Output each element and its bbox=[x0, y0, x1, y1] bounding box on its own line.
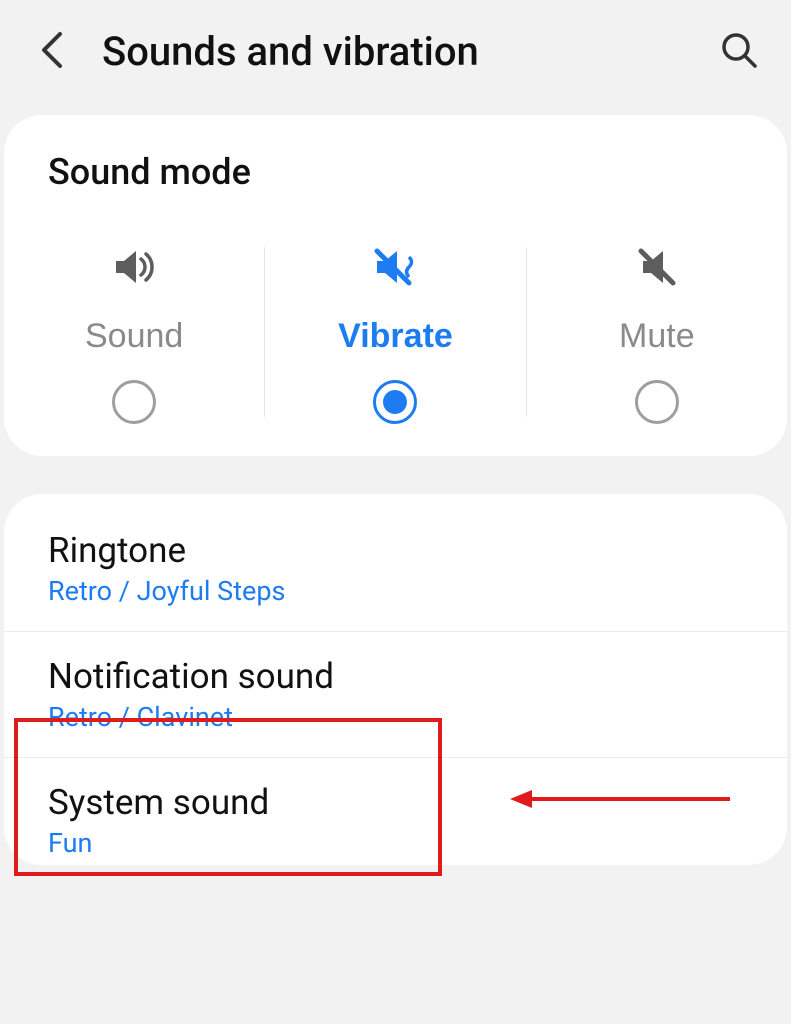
sound-settings-card: Ringtone Retro / Joyful Steps Notificati… bbox=[4, 494, 787, 865]
speaker-icon bbox=[108, 241, 160, 293]
speaker-mute-icon bbox=[631, 241, 683, 293]
sound-mode-title: Sound mode bbox=[4, 151, 787, 217]
sound-mode-label: Sound bbox=[85, 317, 183, 356]
page-title: Sounds and vibration bbox=[102, 28, 689, 75]
setting-item-title: Notification sound bbox=[48, 656, 743, 697]
sound-mode-option-mute[interactable]: Mute bbox=[527, 241, 787, 424]
vibrate-icon bbox=[369, 241, 421, 293]
search-button[interactable] bbox=[717, 30, 761, 74]
setting-item-subtitle: Retro / Joyful Steps bbox=[48, 575, 743, 607]
setting-item-subtitle: Fun bbox=[48, 827, 743, 859]
sound-mode-option-sound[interactable]: Sound bbox=[4, 241, 264, 424]
setting-item-system-sound[interactable]: System sound Fun bbox=[4, 758, 787, 865]
search-icon bbox=[719, 30, 759, 73]
setting-item-ringtone[interactable]: Ringtone Retro / Joyful Steps bbox=[4, 506, 787, 632]
radio-checked-icon bbox=[373, 380, 417, 424]
sound-mode-card: Sound mode Sound bbox=[4, 115, 787, 456]
back-button[interactable] bbox=[30, 30, 74, 74]
sound-mode-options: Sound Vibrate bbox=[4, 217, 787, 424]
sound-mode-option-vibrate[interactable]: Vibrate bbox=[265, 241, 525, 424]
radio-unchecked-icon bbox=[635, 380, 679, 424]
app-header: Sounds and vibration bbox=[0, 0, 791, 105]
setting-item-title: System sound bbox=[48, 782, 743, 823]
radio-unchecked-icon bbox=[112, 380, 156, 424]
setting-item-title: Ringtone bbox=[48, 530, 743, 571]
chevron-left-icon bbox=[38, 30, 66, 73]
setting-item-subtitle: Retro / Clavinet bbox=[48, 701, 743, 733]
sound-mode-label: Vibrate bbox=[338, 317, 453, 356]
sound-mode-label: Mute bbox=[619, 317, 695, 356]
setting-item-notification-sound[interactable]: Notification sound Retro / Clavinet bbox=[4, 632, 787, 758]
